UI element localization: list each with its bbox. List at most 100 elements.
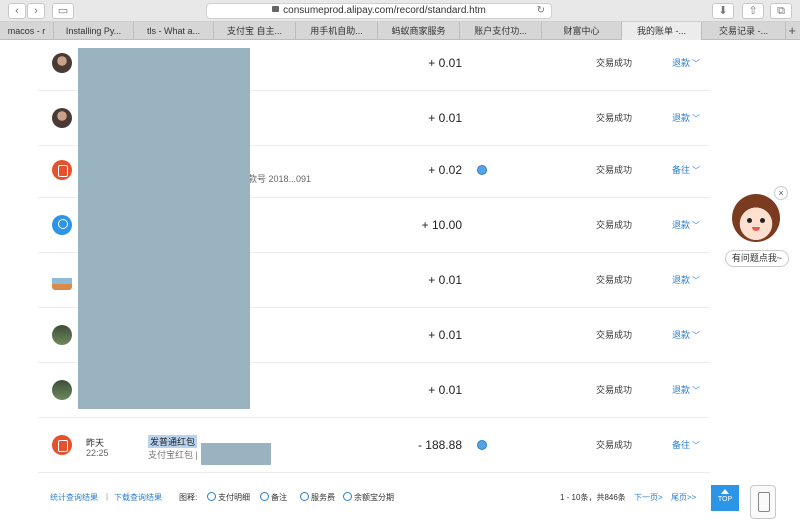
row-amount: + 10.00 <box>421 218 462 232</box>
row-status: 交易成功 <box>596 440 633 450</box>
chevron-right-icon: › <box>34 5 38 17</box>
avatar <box>52 270 72 290</box>
legend-item: 备注 <box>260 492 287 503</box>
table-row: 昨天 22:25 发普通红包 支付宝红包 | - 188.88 交易成功 备往 ﹀ <box>38 418 710 473</box>
close-icon[interactable]: × <box>774 186 788 200</box>
avatar <box>52 325 72 345</box>
action-label: 退款 <box>672 113 691 123</box>
tabs-overview-button[interactable]: ⧉ <box>770 3 792 19</box>
stats-result-link[interactable]: 统计查询结果 <box>50 492 98 503</box>
order-number: 款号 2018...091 <box>248 174 312 184</box>
mobile-icon[interactable] <box>750 485 776 519</box>
redacted-block <box>78 48 250 409</box>
legend-item: 服务费 <box>300 492 335 503</box>
service-fee-icon <box>300 492 309 502</box>
chevron-down-icon: ﹀ <box>692 331 701 340</box>
separator: | <box>106 492 109 501</box>
red-envelope-icon <box>52 435 72 455</box>
chevron-down-icon: ﹀ <box>692 166 701 175</box>
row-amount: + 0.01 <box>428 383 462 397</box>
tabs-icon: ⧉ <box>777 5 785 17</box>
share-button[interactable]: ⇧ <box>742 3 764 19</box>
action-label: 退款 <box>672 385 691 395</box>
last-page-link[interactable]: 尾页>> <box>671 492 696 503</box>
action-label: 退款 <box>672 220 691 230</box>
service-fee-icon[interactable] <box>477 165 487 175</box>
legend-item: 支付明细 <box>207 492 250 503</box>
chevron-left-icon: ‹ <box>15 5 19 17</box>
chevron-down-icon: ﹀ <box>692 276 701 285</box>
reload-icon[interactable]: ↻ <box>537 4 545 18</box>
action-label: 备往 <box>672 440 691 450</box>
row-amount: + 0.01 <box>428 56 462 70</box>
chevron-down-icon: ﹀ <box>692 441 701 450</box>
legend-item-label: 余额宝分期 <box>354 493 394 502</box>
pagination-summary: 1 - 10条，共846条 <box>560 493 626 502</box>
row-status: 交易成功 <box>596 165 633 175</box>
redacted-block <box>201 443 271 465</box>
back-to-top-button[interactable]: TOP <box>711 485 739 511</box>
action-label: 退款 <box>672 275 691 285</box>
avatar <box>52 380 72 400</box>
refund-link[interactable]: 退款 ﹀ <box>672 198 700 253</box>
avatar <box>52 108 72 128</box>
help-widget[interactable]: × 有问题点我~ <box>722 186 796 270</box>
next-page-link[interactable]: 下一页> <box>634 492 663 503</box>
service-fee-icon[interactable] <box>477 440 487 450</box>
avatar <box>52 53 72 73</box>
downloads-button[interactable]: ⬇ <box>712 3 734 19</box>
lock-icon <box>272 6 280 13</box>
action-label: 退款 <box>672 58 691 68</box>
row-amount: + 0.01 <box>428 328 462 342</box>
row-amount: + 0.01 <box>428 273 462 287</box>
row-status: 交易成功 <box>596 275 633 285</box>
legend-item-label: 备注 <box>271 493 287 502</box>
refund-link[interactable]: 退款 ﹀ <box>672 363 700 418</box>
new-tab-button[interactable]: + <box>788 22 796 40</box>
row-status: 交易成功 <box>596 113 633 123</box>
row-amount: - 188.88 <box>417 438 462 452</box>
legend-label: 图释: <box>179 493 198 502</box>
address-bar[interactable]: consumeprod.alipay.com/record/standard.h… <box>206 3 552 19</box>
action-label: 退款 <box>672 330 691 340</box>
note-link[interactable]: 备往 ﹀ <box>672 143 700 198</box>
money-bag-icon <box>52 160 72 180</box>
chevron-down-icon: ﹀ <box>692 221 701 230</box>
row-name[interactable]: 发普通红包 <box>148 435 198 448</box>
chevron-down-icon: ﹀ <box>692 59 701 68</box>
refund-link[interactable]: 退款 ﹀ <box>672 308 700 363</box>
row-subtext: 支付宝红包 | <box>148 450 198 460</box>
sidebar-button[interactable]: ▭ <box>52 3 74 19</box>
url-text: consumeprod.alipay.com/record/standard.h… <box>283 5 486 16</box>
row-amount: + 0.02 <box>428 163 462 177</box>
legend-item: 余额宝分期 <box>343 492 394 503</box>
action-label: 备往 <box>672 165 691 175</box>
tab-9[interactable]: 交易记录 -... <box>702 22 786 40</box>
row-time: 22:25 <box>86 448 109 458</box>
sidebar-icon: ▭ <box>57 5 69 17</box>
refund-link[interactable]: 退款 ﹀ <box>672 91 700 146</box>
legend-item-label: 服务费 <box>311 493 335 502</box>
refund-link[interactable]: 退款 ﹀ <box>672 36 700 91</box>
help-label[interactable]: 有问题点我~ <box>725 250 789 267</box>
forward-button[interactable]: › <box>27 3 45 19</box>
installment-icon <box>343 492 352 502</box>
download-result-link[interactable]: 下载查询结果 <box>114 492 162 503</box>
legend-item-label: 支付明细 <box>218 493 250 502</box>
list-footer: 统计查询结果 | 下载查询结果 图释: 支付明细 备注 服务费 余额宝分期 1 … <box>38 485 738 509</box>
chevron-down-icon: ﹀ <box>692 114 701 123</box>
user-icon <box>52 215 72 235</box>
row-status: 交易成功 <box>596 220 633 230</box>
row-amount: + 0.01 <box>428 111 462 125</box>
download-icon: ⬇ <box>718 5 728 17</box>
row-status: 交易成功 <box>596 58 633 68</box>
detail-icon <box>207 492 216 502</box>
refund-link[interactable]: 退款 ﹀ <box>672 253 700 308</box>
share-icon: ⇧ <box>748 5 758 17</box>
assistant-avatar-icon[interactable] <box>732 194 780 242</box>
note-link[interactable]: 备往 ﹀ <box>672 418 700 473</box>
back-button[interactable]: ‹ <box>8 3 26 19</box>
row-status: 交易成功 <box>596 330 633 340</box>
row-status: 交易成功 <box>596 385 633 395</box>
note-icon <box>260 492 269 502</box>
